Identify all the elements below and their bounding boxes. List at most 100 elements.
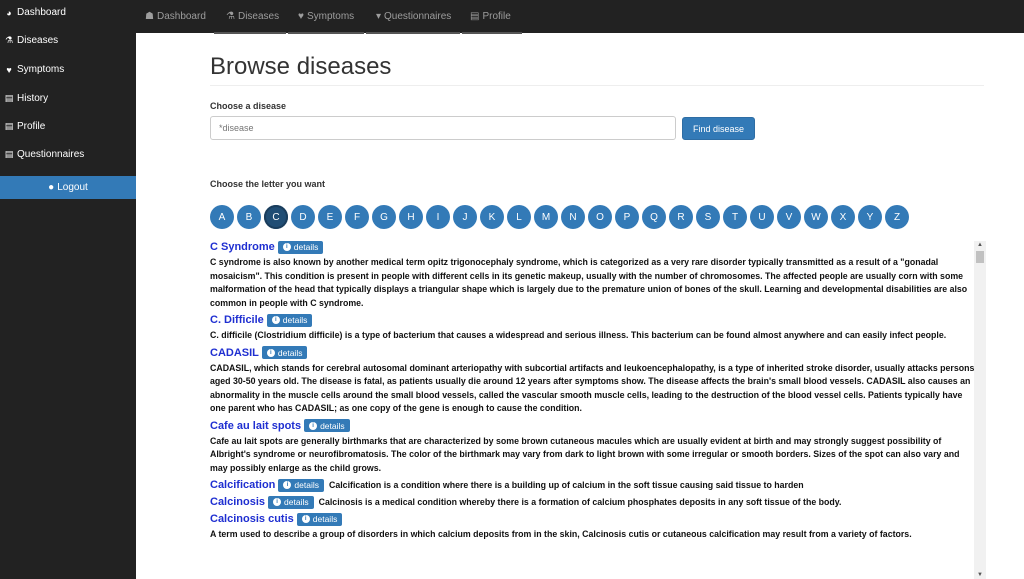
details-label: details [284,497,309,507]
info-icon: i [271,316,280,324]
disease-entry-header: Calcinosis cutis i details [210,512,975,526]
letter-button-t[interactable]: T [723,205,747,229]
sidebar-item-label: Diseases [17,35,59,46]
letter-button-c[interactable]: C [264,205,288,229]
letter-button-i[interactable]: I [426,205,450,229]
letter-button-n[interactable]: N [561,205,585,229]
letter-button-v[interactable]: V [777,205,801,229]
disease-search-input[interactable] [210,116,676,140]
disease-description: Cafe au lait spots are generally birthma… [210,435,960,473]
nav-label: Dashboard [156,11,206,22]
details-button[interactable]: i details [261,346,308,359]
disease-entry: Calcinosis i details Calcinosis is a medica… [210,495,975,509]
details-button[interactable]: i details [278,478,324,492]
title-divider [210,85,984,86]
sidebar-item-profile[interactable]: ▤ Profile [4,121,46,132]
details-button[interactable]: i details [268,495,314,509]
logout-button[interactable]: ● Logout [0,176,136,199]
letter-button-m[interactable]: M [534,205,558,229]
sidebar-item-label: History [17,93,49,104]
letter-button-s[interactable]: S [696,205,720,229]
letter-button-u[interactable]: U [750,205,774,229]
nav-profile[interactable]: ▤ Profile [470,11,511,22]
nav-diseases[interactable]: ⚗ Diseases [226,11,279,22]
scroll-thumb[interactable] [976,251,984,263]
disease-name-link[interactable]: Calcification [210,478,275,492]
nav-dashboard[interactable]: ☗ Dashboard [145,11,206,22]
sidebar-item-symptoms[interactable]: ♥ Symptoms [4,64,64,75]
nav-questionnaires[interactable]: ▾ Questionnaires [376,11,451,22]
disease-name-link[interactable]: Calcinosis [210,495,265,509]
letter-button-z[interactable]: Z [885,205,909,229]
letter-button-y[interactable]: Y [858,205,882,229]
letter-button-a[interactable]: A [210,205,234,229]
letter-selector: ABCDEFGHIJKLMNOPQRSTUVWXYZ [210,205,909,229]
details-label: details [312,514,338,524]
letter-button-j[interactable]: J [453,205,477,229]
details-button[interactable]: i details [296,512,343,526]
info-icon: i [282,243,291,251]
flask-icon: ⚗ [4,35,14,45]
scrollbar[interactable]: ▲ ▼ [974,241,986,579]
letter-button-q[interactable]: Q [642,205,666,229]
details-button[interactable]: i details [304,419,350,432]
disease-description: A term used to describe a group of disor… [210,529,912,539]
letter-button-o[interactable]: O [588,205,612,229]
disease-description: C syndrome is also known by another medi… [210,257,968,308]
disease-entry-header: Calcinosis i details Calcinosis is a medica… [210,495,975,509]
disease-entry-header: Calcification i details Calcification is a … [210,478,975,492]
disease-entry: Calcinosis cutis i details A term used to d… [210,512,975,542]
choose-letter-label: Choose the letter you want [210,179,326,189]
sidebar-item-label: Dashboard [17,7,66,18]
power-icon: ● [48,182,55,193]
nav-label: Diseases [237,11,280,22]
sidebar-item-dashboard[interactable]: ◕ Dashboard [4,7,66,18]
letter-button-k[interactable]: K [480,205,504,229]
disease-name-link[interactable]: Cafe au lait spots [210,419,301,433]
letter-button-h[interactable]: H [399,205,423,229]
letter-button-f[interactable]: F [345,205,369,229]
disease-name-link[interactable]: C. Difficile [210,313,264,327]
letter-button-x[interactable]: X [831,205,855,229]
heartbeat-icon: ♥ [298,11,304,22]
disease-description: Calcification is a condition where there… [328,480,804,490]
heartbeat-icon: ♥ [6,64,12,75]
disease-entry-header: C Syndrome i details [210,240,975,254]
disease-name-link[interactable]: CADASIL [210,346,259,360]
disease-name-link[interactable]: C Syndrome [210,240,275,254]
nav-label: Symptoms [306,11,355,22]
disease-entry-header: C. Difficile i details [210,313,975,327]
details-label: details [294,480,319,490]
find-disease-button[interactable]: Find disease [682,117,755,140]
disease-description: C. difficile (Clostridium difficile) is … [210,330,947,340]
nav-symptoms[interactable]: ♥ Symptoms [298,11,354,22]
disease-name-link[interactable]: Calcinosis cutis [210,512,294,526]
letter-button-b[interactable]: B [237,205,261,229]
disease-entry-header: Cafe au lait spots i details [210,419,975,433]
logout-label: Logout [57,182,88,193]
letter-button-d[interactable]: D [291,205,315,229]
sidebar-item-label: Profile [17,121,46,132]
details-button[interactable]: i details [266,313,313,327]
letter-button-w[interactable]: W [804,205,828,229]
sidebar-item-history[interactable]: ▤ History [4,93,48,104]
choose-disease-label: Choose a disease [210,101,287,111]
flask-icon: ⚗ [226,11,235,22]
sidebar-item-questionnaires[interactable]: ▤ Questionnaires [4,149,85,160]
dashboard-icon: ◕ [6,7,12,18]
letter-button-l[interactable]: L [507,205,531,229]
letter-button-p[interactable]: P [615,205,639,229]
details-button[interactable]: i details [277,240,324,254]
info-icon: i [283,481,292,489]
disease-entry: Cafe au lait spots i details Cafe au lait s… [210,419,975,476]
letter-button-g[interactable]: G [372,205,396,229]
scroll-down-arrow-icon[interactable]: ▼ [974,571,986,579]
info-icon: i [273,498,282,506]
sidebar-item-diseases[interactable]: ⚗ Diseases [4,35,58,46]
letter-button-r[interactable]: R [669,205,693,229]
disease-list: C Syndrome i details C syndrome is also kno… [210,240,975,579]
letter-button-e[interactable]: E [318,205,342,229]
disease-entry: Calcification i details Calcification is a … [210,478,975,492]
details-label: details [282,315,308,325]
scroll-up-arrow-icon[interactable]: ▲ [974,241,986,249]
